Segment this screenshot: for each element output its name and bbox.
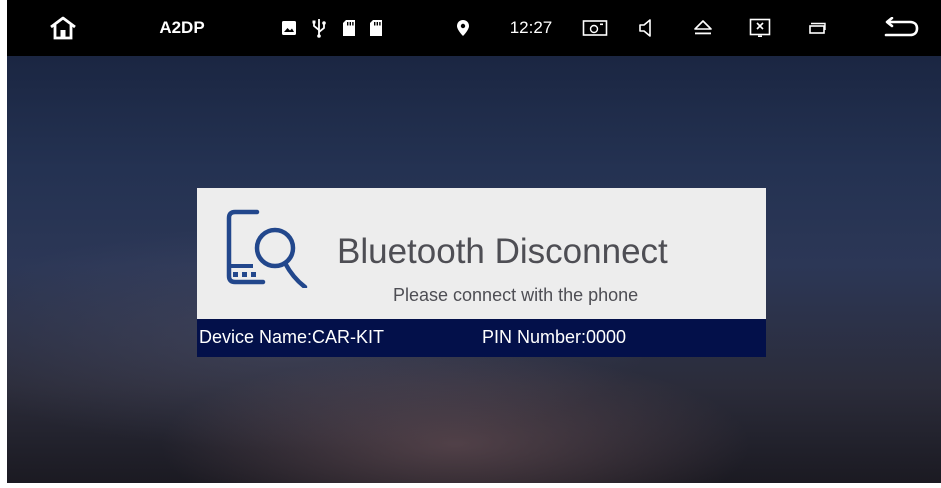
close-window-icon <box>749 18 771 37</box>
usb-indicator <box>309 0 329 56</box>
a2dp-label: A2DP <box>159 18 205 37</box>
status-bar: A2DP 12:27 <box>7 0 941 56</box>
eject-icon <box>694 20 712 35</box>
device-info-bar: Device Name:CAR-KIT PIN Number:0000 <box>197 319 766 357</box>
device-name-label: Device Name:CAR-KIT <box>199 327 385 347</box>
sd-card-icon <box>370 20 382 36</box>
close-window-button[interactable] <box>744 0 776 56</box>
sd-card-icon <box>343 20 355 36</box>
volume-button[interactable] <box>634 0 660 56</box>
screen: A2DP 12:27 Bluetooth Disconnect Please c… <box>7 0 941 483</box>
pin-number-label: PIN Number:0000 <box>482 327 627 347</box>
volume-icon <box>639 19 651 37</box>
location-indicator <box>453 0 473 56</box>
recent-apps-icon <box>809 22 826 34</box>
recent-apps-button[interactable] <box>804 0 830 56</box>
image-indicator <box>279 0 299 56</box>
image-icon <box>282 21 296 35</box>
dialog-title: Bluetooth Disconnect <box>337 232 668 271</box>
profile-label: A2DP <box>157 0 207 56</box>
home-icon <box>50 16 76 40</box>
screen-icon <box>582 20 608 36</box>
bluetooth-disconnect-dialog: Bluetooth Disconnect Please connect with… <box>197 188 766 357</box>
usb-icon <box>312 19 326 38</box>
dialog-subtitle: Please connect with the phone <box>393 285 639 305</box>
home-button[interactable] <box>43 0 83 56</box>
back-icon <box>884 17 919 37</box>
eject-button[interactable] <box>687 0 719 56</box>
phone-search-icon <box>223 208 313 293</box>
sd-card-indicator-2 <box>365 0 387 56</box>
location-icon <box>457 20 469 36</box>
clock: 12:27 <box>503 0 559 56</box>
back-button[interactable] <box>876 0 926 56</box>
screen-button[interactable] <box>578 0 612 56</box>
time-label: 12:27 <box>509 18 553 37</box>
sd-card-indicator-1 <box>338 0 360 56</box>
